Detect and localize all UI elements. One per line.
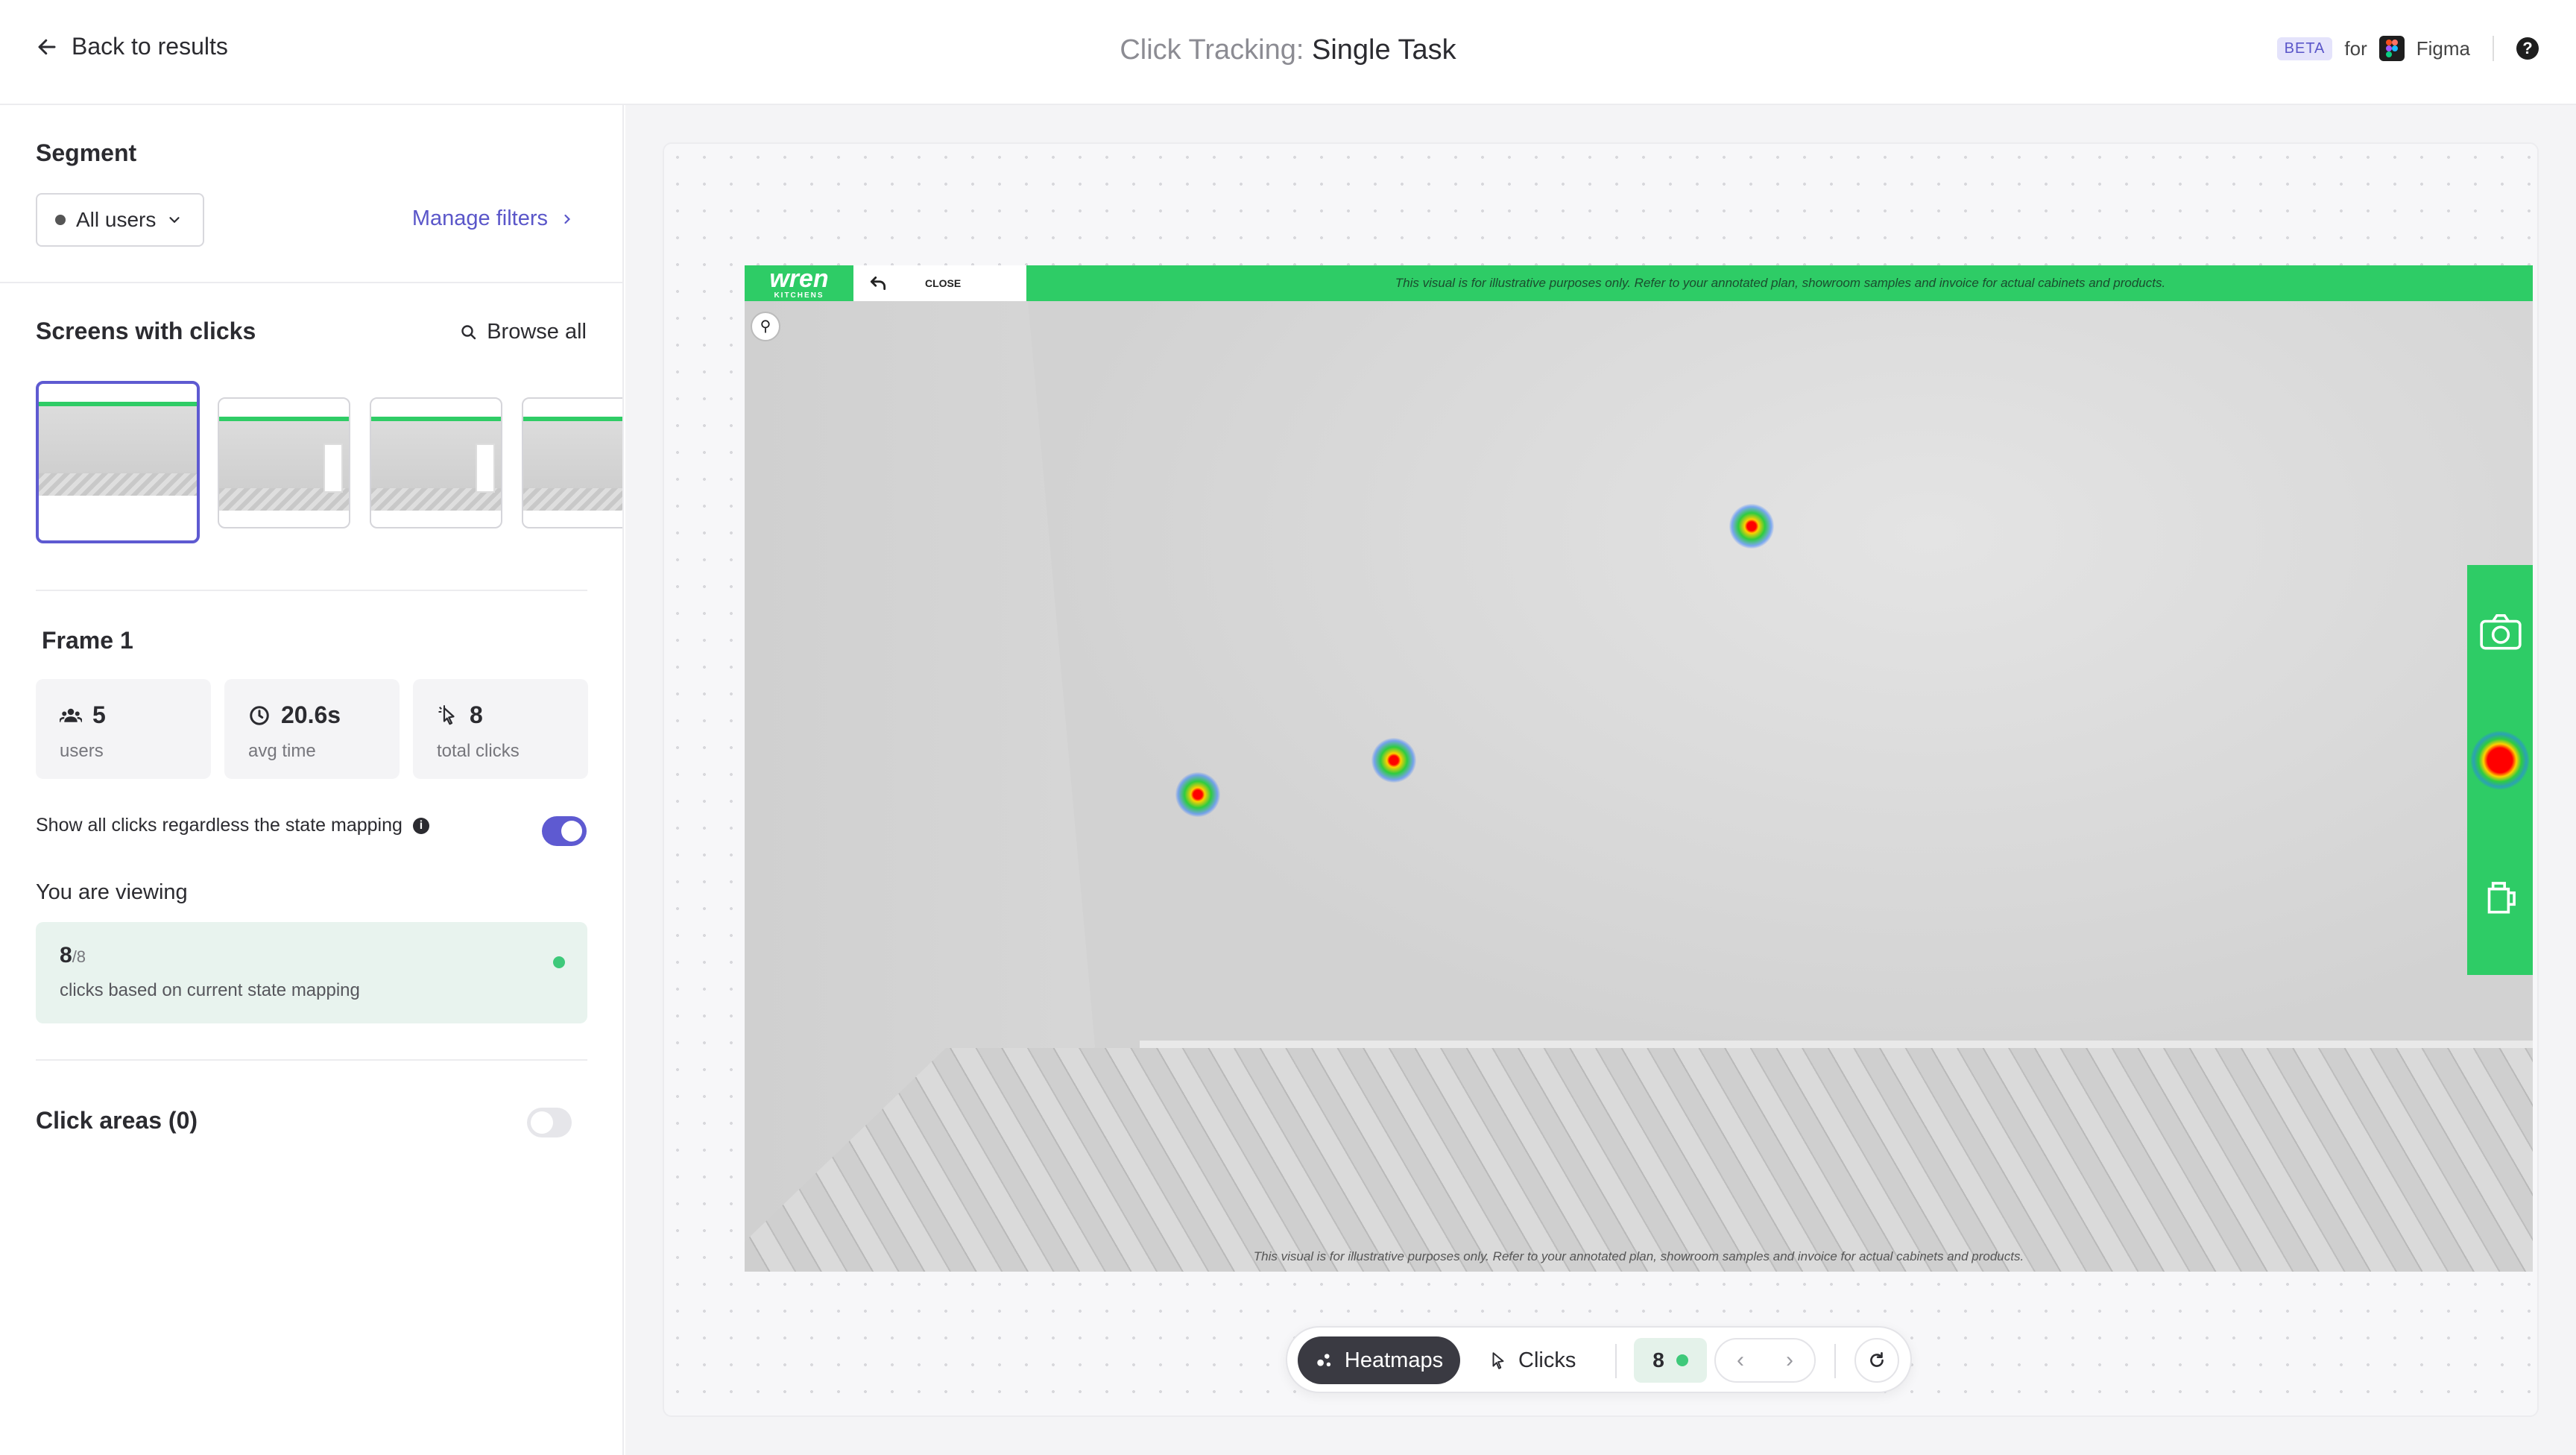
logo-text: wren [769, 265, 829, 293]
segment-dropdown[interactable]: All users [36, 193, 204, 247]
page-title: Click Tracking: Single Task [0, 34, 2576, 66]
segment-icon [55, 215, 66, 225]
search-icon [461, 324, 476, 339]
header-right: BETA for Figma ? [2276, 36, 2539, 61]
title-prefix: Click Tracking: [1120, 34, 1304, 66]
figma-icon [2378, 36, 2405, 61]
manage-filters-link[interactable]: Manage filters [412, 206, 575, 231]
beta-badge: BETA [2276, 37, 2333, 60]
show-all-clicks-label: Show all clicks regardless the state map… [36, 815, 402, 836]
viewing-title: You are viewing [36, 880, 188, 904]
camera-icon [2480, 613, 2522, 650]
heatmap-hotspot [1371, 738, 1416, 783]
thumb-floor [39, 473, 197, 496]
view-toolbar: Heatmaps Clicks 8 ‹ › [1286, 1326, 1912, 1393]
count-dot [1676, 1354, 1688, 1366]
logo-sub: KITCHENS [774, 291, 824, 300]
users-icon [60, 708, 82, 722]
for-text: for [2344, 37, 2367, 60]
heatmap-hotspot [2471, 731, 2529, 789]
section-divider [0, 282, 622, 283]
thumb-panel [323, 444, 343, 493]
heatmap-hotspot [1729, 504, 1774, 549]
heatmaps-button[interactable]: Heatmaps [1298, 1336, 1460, 1384]
cursor-icon [438, 704, 455, 725]
chevron-left-icon[interactable]: ‹ [1737, 1348, 1744, 1373]
click-areas-label: Click areas (0) [36, 1107, 198, 1134]
toolbar-divider [1834, 1344, 1836, 1378]
zoom-icon[interactable]: ⚲ [751, 312, 780, 341]
wren-logo: wren KITCHENS [745, 265, 853, 301]
close-box[interactable]: CLOSE [853, 265, 1026, 301]
chevron-right-icon [564, 214, 571, 224]
clock-icon [250, 705, 269, 725]
frame-title: Frame 1 [42, 627, 133, 654]
top-header: Back to results Click Tracking: Single T… [0, 0, 2576, 105]
heatmap-icon [1317, 1354, 1331, 1367]
thumb-panel [476, 444, 495, 493]
undo-icon [870, 277, 886, 290]
bottom-disclaimer: This visual is for illustrative purposes… [1253, 1249, 2024, 1263]
pointer-icon [1492, 1352, 1504, 1369]
browse-all-button[interactable]: Browse all [460, 320, 587, 344]
segment-value: All users [76, 208, 157, 231]
avg-time-value: 20.6s [281, 701, 341, 728]
click-areas-toggle[interactable] [527, 1108, 572, 1137]
show-all-clicks-row: Show all clicks regardless the state map… [36, 815, 429, 836]
chevron-down-icon [169, 217, 180, 224]
header-divider [2493, 36, 2494, 61]
canvas-board: wren KITCHENS CLOSE This visual is for i… [663, 142, 2539, 1417]
sidebar: Segment All users Manage filters Screens… [0, 105, 624, 1455]
thumb-floor [523, 488, 622, 511]
info-icon[interactable]: i [412, 817, 429, 834]
room-back-wall [1028, 301, 2533, 1076]
click-navigator: ‹ › [1714, 1338, 1816, 1383]
chevron-right-icon[interactable]: › [1786, 1348, 1793, 1373]
kettle-icon [2487, 882, 2516, 914]
total-clicks-label: total clicks [437, 741, 520, 761]
clicks-button[interactable]: Clicks [1489, 1336, 1576, 1384]
title-main: Single Task [1311, 34, 1456, 66]
toolbar-divider [1615, 1344, 1617, 1378]
stat-avg-time: 20.6s avg time [224, 679, 400, 779]
screen-thumbnail-4[interactable] [522, 397, 622, 528]
manage-filters-label: Manage filters [411, 206, 548, 230]
heatmaps-label: Heatmaps [1344, 1348, 1444, 1372]
top-disclaimer: This visual is for illustrative purposes… [1395, 276, 2166, 290]
screens-title: Screens with clicks [36, 318, 256, 344]
section-divider [36, 1059, 587, 1061]
screen-thumbnail-1[interactable] [36, 381, 200, 543]
segment-title: Segment [36, 139, 137, 166]
click-count: 8 [1652, 1348, 1664, 1372]
canvas: wren KITCHENS CLOSE This visual is for i… [625, 105, 2576, 1455]
refresh-icon [1870, 1351, 1884, 1367]
refresh-button[interactable] [1854, 1338, 1899, 1383]
thumb-room [523, 421, 622, 488]
screen-thumbnail-3[interactable] [370, 397, 502, 528]
status-dot [553, 956, 565, 968]
users-value: 5 [92, 701, 106, 728]
viewing-card: 8/8 clicks based on current state mappin… [36, 922, 587, 1023]
browse-all-label: Browse all [487, 320, 587, 344]
users-label: users [60, 741, 104, 761]
tracked-screen: wren KITCHENS CLOSE This visual is for i… [745, 265, 2533, 1272]
help-icon[interactable]: ? [2516, 37, 2539, 60]
clicks-label: Clicks [1518, 1348, 1576, 1372]
close-label: CLOSE [925, 277, 962, 289]
viewing-count: 8 [60, 943, 72, 968]
section-divider [36, 590, 587, 591]
heatmap-hotspot [1175, 772, 1220, 817]
stat-total-clicks: 8 total clicks [413, 679, 588, 779]
screen-thumbnail-2[interactable] [218, 397, 350, 528]
thumb-room [39, 406, 197, 473]
figma-label: Figma [2416, 37, 2470, 60]
stat-users: 5 users [36, 679, 211, 779]
viewing-total: /8 [72, 947, 86, 966]
click-count-badge: 8 [1634, 1338, 1707, 1383]
avg-time-label: avg time [248, 741, 316, 761]
show-all-clicks-toggle[interactable] [542, 816, 587, 846]
total-clicks-value: 8 [470, 701, 483, 728]
viewing-description: clicks based on current state mapping [60, 980, 360, 1000]
room-floor [745, 1048, 2533, 1272]
